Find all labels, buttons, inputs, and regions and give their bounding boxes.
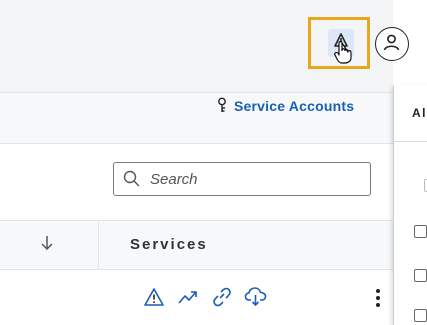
user-button[interactable] bbox=[375, 27, 409, 61]
column-divider bbox=[98, 222, 99, 269]
panel-divider bbox=[394, 141, 427, 142]
service-accounts-label: Service Accounts bbox=[234, 98, 355, 114]
kebab-menu-icon[interactable] bbox=[374, 287, 382, 309]
row-checkbox[interactable] bbox=[414, 309, 427, 322]
row-actions bbox=[142, 286, 268, 308]
warning-icon[interactable] bbox=[142, 286, 166, 308]
triangle-warning-icon bbox=[334, 33, 352, 64]
arrow-down-icon[interactable] bbox=[40, 234, 54, 252]
search-icon bbox=[123, 170, 140, 187]
alerts-panel: Al bbox=[393, 85, 427, 325]
cloud-download-icon[interactable] bbox=[244, 286, 268, 308]
row-checkbox[interactable] bbox=[414, 225, 427, 238]
row-checkbox[interactable] bbox=[414, 269, 427, 282]
search-input[interactable] bbox=[148, 169, 352, 189]
service-accounts-link[interactable]: Service Accounts bbox=[216, 92, 354, 120]
user-icon bbox=[383, 34, 400, 51]
search-field[interactable] bbox=[113, 162, 371, 196]
key-icon bbox=[218, 97, 226, 112]
trend-up-icon[interactable] bbox=[176, 286, 200, 308]
link-icon[interactable] bbox=[210, 286, 234, 308]
column-header-services[interactable]: Services bbox=[130, 236, 208, 253]
panel-header: Al bbox=[412, 106, 427, 120]
alerts-button[interactable] bbox=[308, 17, 370, 69]
